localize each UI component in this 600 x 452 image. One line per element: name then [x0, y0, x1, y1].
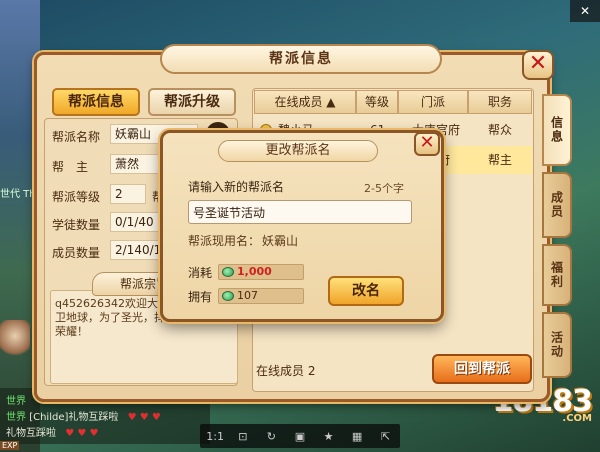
actual-size-button[interactable]: 1:1	[206, 430, 224, 443]
player-avatar[interactable]	[0, 320, 30, 360]
rename-button[interactable]: 改名	[328, 276, 404, 306]
guild-level-label: 帮派等级	[52, 190, 101, 204]
rotate-icon[interactable]: ↻	[263, 430, 279, 443]
guild-leader-label: 帮 主	[52, 160, 89, 174]
save-icon[interactable]: ▣	[292, 430, 308, 443]
online-member-count: 在线成员 2	[256, 364, 316, 378]
side-tab-welfare[interactable]: 福利	[542, 244, 572, 306]
owned-label: 拥有	[188, 290, 213, 304]
close-window-button[interactable]: ✕	[522, 50, 554, 80]
cost-label: 消耗	[188, 266, 213, 280]
chat-line: 世界 [Childe]礼物互踩啦 ♥ ♥ ♥	[6, 412, 161, 423]
side-tab-activity[interactable]: 活动	[542, 312, 572, 378]
new-guild-name-input[interactable]	[188, 200, 412, 224]
dialog-title: 更改帮派名	[218, 140, 378, 162]
guild-level-value: 2	[110, 184, 146, 204]
member-count-label: 成员数量	[52, 246, 101, 260]
gallery-icon[interactable]: ▦	[349, 430, 365, 443]
owned-value: 107	[218, 288, 304, 304]
new-name-prompt: 请输入新的帮派名	[188, 180, 285, 194]
name-length-hint: 2-5个字	[364, 182, 404, 195]
close-dialog-button[interactable]: ✕	[414, 132, 440, 156]
exp-label: EXP	[0, 441, 20, 450]
bottom-toolbar: 1:1 ⊡ ↻ ▣ ★ ▦ ⇱	[200, 424, 400, 448]
current-name-value: 妖霸山	[262, 234, 299, 248]
window-close-icon[interactable]: ✕	[570, 0, 600, 22]
column-header-school[interactable]: 门派	[398, 90, 468, 114]
column-header-online-member[interactable]: 在线成员 ▲	[254, 90, 356, 114]
chat-line: 礼物互踩啦 ♥ ♥ ♥	[6, 428, 99, 439]
current-name-label: 帮派现用名：	[188, 234, 261, 248]
tab-guild-info[interactable]: 帮派信息	[52, 88, 140, 116]
chat-line: 世界	[6, 396, 26, 407]
heart-icon: ♥ ♥ ♥	[65, 428, 99, 439]
return-to-guild-button[interactable]: 回到帮派	[432, 354, 532, 384]
window-title: 帮派信息	[160, 44, 442, 74]
tab-guild-upgrade[interactable]: 帮派升级	[148, 88, 236, 116]
share-icon[interactable]: ⇱	[378, 430, 394, 443]
jade-currency-icon	[222, 267, 234, 277]
jade-currency-icon	[222, 291, 234, 301]
fit-icon[interactable]: ⊡	[235, 430, 251, 443]
apprentice-count-label: 学徒数量	[52, 218, 101, 232]
column-header-role[interactable]: 职务	[468, 90, 532, 114]
favorite-icon[interactable]: ★	[321, 430, 337, 443]
heart-icon: ♥ ♥ ♥	[127, 412, 161, 423]
column-header-level[interactable]: 等级	[356, 90, 398, 114]
side-tab-info[interactable]: 信息	[542, 94, 572, 166]
cost-value: 1,000	[218, 264, 304, 280]
side-tab-members[interactable]: 成员	[542, 172, 572, 238]
guild-name-label: 帮派名称	[52, 130, 101, 144]
